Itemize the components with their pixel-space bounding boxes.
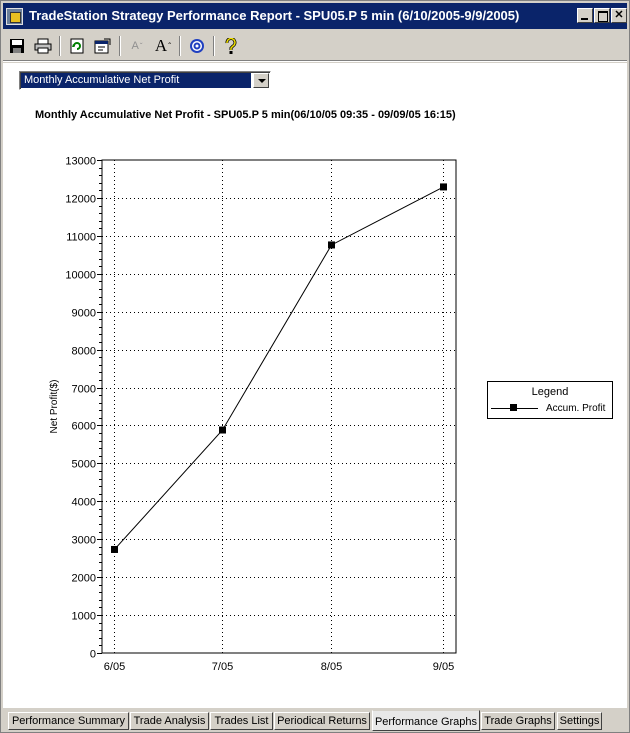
- legend-label: Accum. Profit: [546, 403, 606, 414]
- plot-area: [101, 159, 457, 654]
- y-tick-label: 1000: [72, 611, 96, 623]
- data-point: [440, 183, 447, 191]
- save-icon[interactable]: [7, 36, 27, 56]
- refresh-icon[interactable]: [67, 36, 87, 56]
- y-tick-label: 7000: [72, 384, 96, 396]
- report-content: Monthly Accumulative Net Profit Monthly …: [3, 63, 627, 708]
- title-bar[interactable]: TradeStation Strategy Performance Report…: [3, 3, 627, 29]
- tab-bar: Performance Summary Trade Analysis Trades …: [3, 709, 627, 732]
- minimize-button[interactable]: [577, 8, 593, 23]
- maximize-button[interactable]: [594, 8, 610, 23]
- app-icon[interactable]: [6, 8, 23, 25]
- y-tick-label: 0: [90, 649, 96, 661]
- legend-marker: [510, 404, 517, 411]
- increase-font-icon[interactable]: Aˆ: [153, 36, 173, 56]
- report-window: TradeStation Strategy Performance Report…: [0, 0, 630, 733]
- y-tick-label: 10000: [65, 270, 96, 282]
- print-icon[interactable]: [33, 36, 53, 56]
- y-tick-label: 11000: [66, 232, 96, 244]
- target-icon[interactable]: [187, 36, 207, 56]
- y-tick-label: 3000: [72, 535, 96, 547]
- close-button[interactable]: ✕: [611, 8, 627, 23]
- window-title: TradeStation Strategy Performance Report…: [29, 8, 520, 23]
- data-point: [219, 426, 226, 434]
- data-point: [111, 545, 118, 553]
- toolbar-separator: [179, 36, 181, 56]
- y-tick-label: 8000: [72, 346, 96, 358]
- properties-icon[interactable]: [93, 36, 113, 56]
- toolbar-separator: [119, 36, 121, 56]
- tab-trade-analysis[interactable]: Trade Analysis: [130, 712, 209, 730]
- x-tick-label: 9/05: [433, 661, 454, 673]
- x-tick-label: 7/05: [212, 661, 233, 673]
- data-point: [328, 241, 335, 249]
- tab-performance-summary[interactable]: Performance Summary: [8, 712, 129, 730]
- y-tick-label: 4000: [72, 497, 96, 509]
- x-tick-label: 6/05: [104, 661, 125, 673]
- tab-settings[interactable]: Settings: [557, 712, 602, 730]
- tab-trade-graphs[interactable]: Trade Graphs: [481, 712, 555, 730]
- toolbar-separator: [213, 36, 215, 56]
- help-icon[interactable]: [221, 36, 241, 56]
- y-axis-label: Net Profit($): [49, 380, 60, 434]
- decrease-font-icon[interactable]: Aˇ: [127, 36, 147, 56]
- toolbar: Aˇ Aˆ: [3, 31, 627, 61]
- y-tick-label: 5000: [72, 459, 96, 471]
- y-tick-label: 12000: [65, 194, 96, 206]
- y-tick-label: 2000: [72, 573, 96, 585]
- tab-performance-graphs[interactable]: Performance Graphs: [372, 710, 480, 731]
- y-tick-label: 9000: [72, 308, 96, 320]
- x-tick-label: 8/05: [321, 661, 342, 673]
- tab-trades-list[interactable]: Trades List: [210, 712, 273, 730]
- tab-periodical-returns[interactable]: Periodical Returns: [274, 712, 370, 730]
- legend-title: Legend: [531, 386, 569, 398]
- y-tick-label: 13000: [65, 156, 96, 168]
- y-tick-label: 6000: [72, 421, 96, 433]
- toolbar-separator: [59, 36, 61, 56]
- legend: Legend Accum. Profit: [487, 381, 613, 419]
